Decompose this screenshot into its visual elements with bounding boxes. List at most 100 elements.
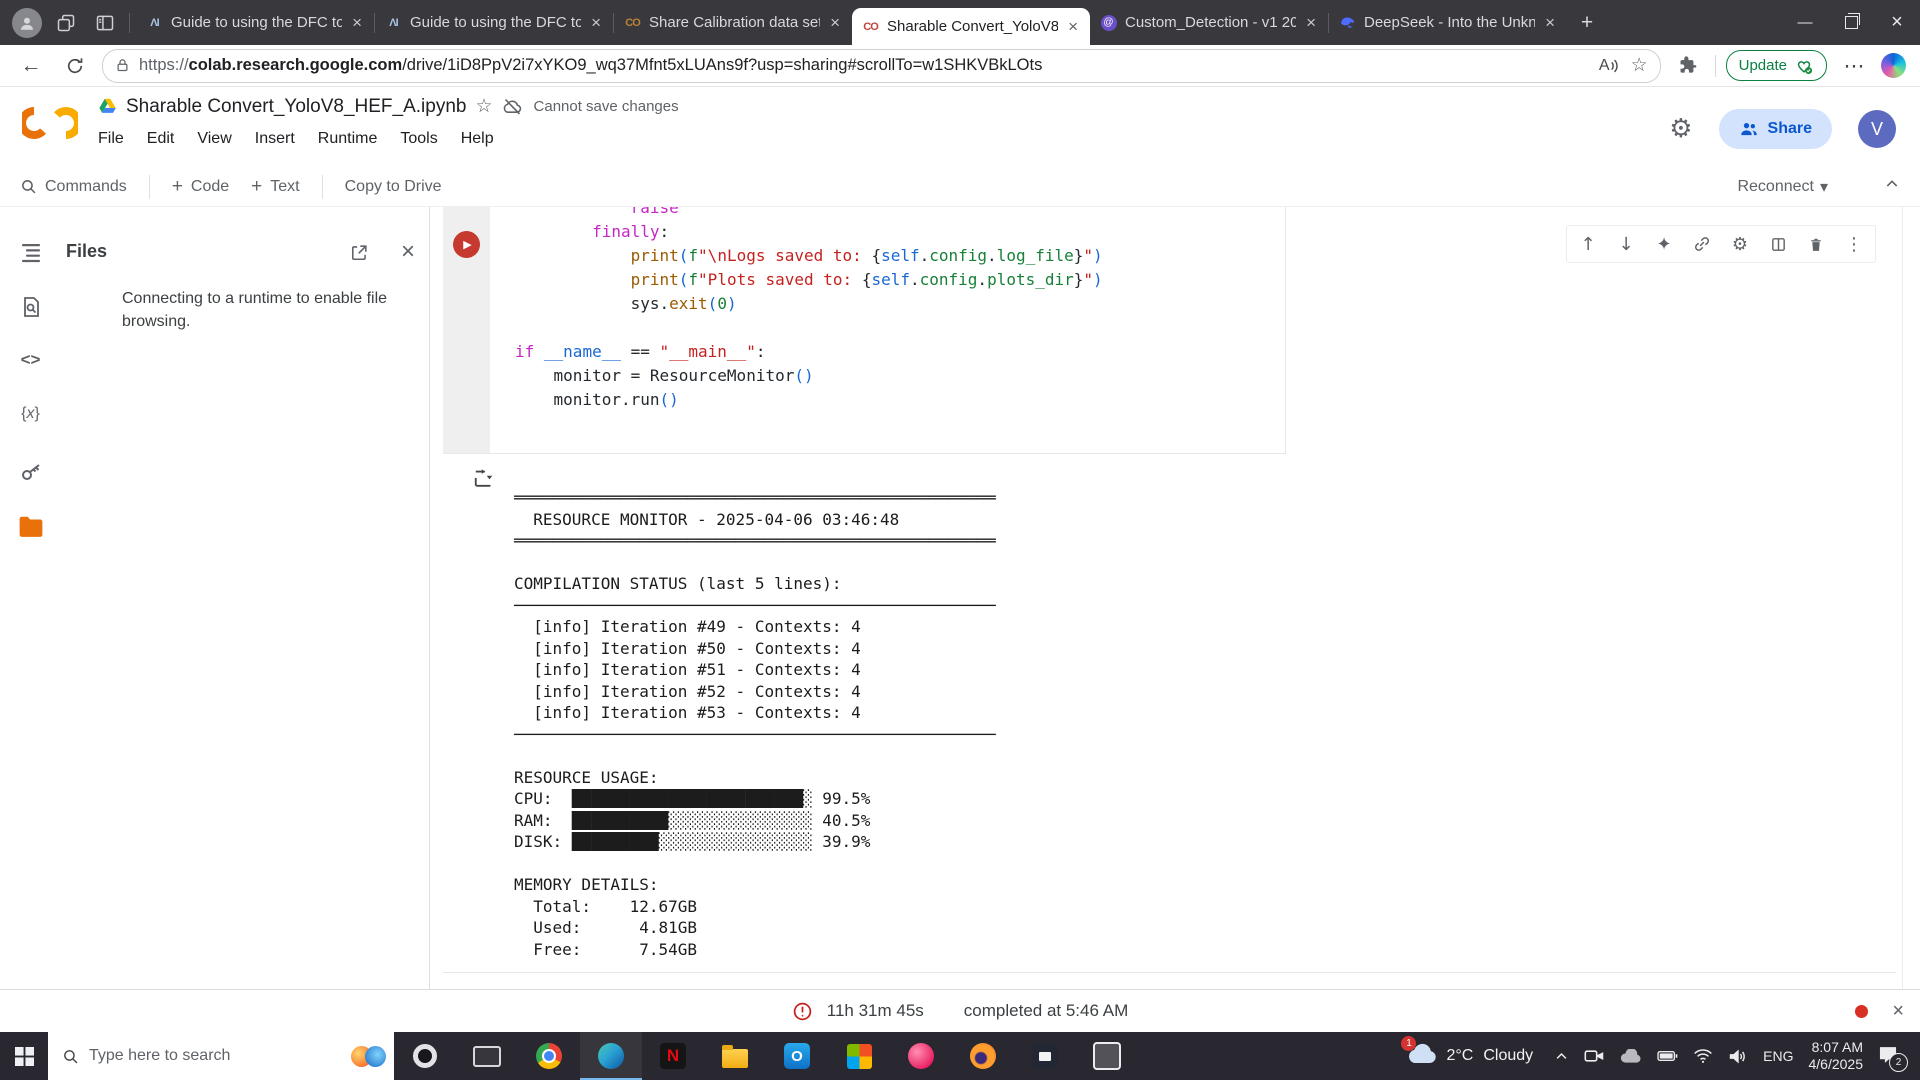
- variables-icon[interactable]: {x}: [0, 405, 61, 423]
- table-of-contents-icon[interactable]: [0, 240, 61, 264]
- colab-logo[interactable]: [22, 105, 78, 146]
- language-indicator[interactable]: ENG: [1763, 1048, 1793, 1064]
- output-line: ════════════════════════════════════════…: [514, 530, 996, 552]
- taskbar-app-pink[interactable]: [890, 1032, 952, 1080]
- menu-help[interactable]: Help: [461, 130, 494, 148]
- tab-close-icon[interactable]: ×: [828, 14, 842, 31]
- output-line: ────────────────────────────────────────…: [514, 724, 996, 746]
- taskbar-app-explorer[interactable]: [704, 1032, 766, 1080]
- taskbar-app-firefox[interactable]: [952, 1032, 1014, 1080]
- reconnect-button[interactable]: Reconnect ▾: [1737, 177, 1828, 196]
- browser-tab[interactable]: ΛIGuide to using the DFC to×: [136, 0, 374, 45]
- code-editor[interactable]: ▶ raise finally: print(f"\nLogs saved to…: [443, 207, 1286, 454]
- taskbar-app-opera[interactable]: [394, 1032, 456, 1080]
- delete-cell-icon[interactable]: [1797, 228, 1835, 260]
- star-notebook-icon[interactable]: ☆: [475, 95, 492, 118]
- search-highlights-icon[interactable]: [351, 1046, 386, 1067]
- share-button[interactable]: Share: [1719, 109, 1832, 149]
- close-button[interactable]: ×: [1874, 0, 1920, 45]
- onedrive-icon[interactable]: [1620, 1049, 1642, 1064]
- taskbar-app-netflix[interactable]: [642, 1032, 704, 1080]
- mirror-cell-icon[interactable]: [1759, 228, 1797, 260]
- add-text-button[interactable]: +Text: [251, 176, 299, 198]
- more-options-icon[interactable]: ⋯: [1837, 49, 1871, 83]
- minimize-button[interactable]: —: [1782, 0, 1828, 45]
- tab-close-icon[interactable]: ×: [589, 14, 603, 31]
- commands-button[interactable]: Commands: [20, 178, 127, 196]
- clock-date: 4/6/2025: [1809, 1056, 1864, 1073]
- restore-button[interactable]: [1828, 0, 1874, 45]
- close-panel-icon[interactable]: ×: [401, 238, 415, 266]
- taskbar-clock[interactable]: 8:07 AM 4/6/2025: [1809, 1039, 1864, 1073]
- cell-settings-icon[interactable]: ⚙: [1721, 228, 1759, 260]
- copy-link-icon[interactable]: [1683, 228, 1721, 260]
- browser-tab[interactable]: DeepSeek - Into the Unkn×: [1329, 0, 1567, 45]
- browser-tab[interactable]: @Custom_Detection - v1 20×: [1090, 0, 1328, 45]
- settings-gear-icon[interactable]: ⚙: [1669, 114, 1692, 144]
- taskbar-app-chrome[interactable]: [518, 1032, 580, 1080]
- open-files-new-tab-icon[interactable]: [350, 243, 369, 267]
- save-status[interactable]: Cannot save changes: [534, 98, 679, 115]
- taskbar-app-darkapp[interactable]: [1014, 1032, 1076, 1080]
- menu-tools[interactable]: Tools: [400, 130, 437, 148]
- volume-icon[interactable]: [1728, 1048, 1748, 1065]
- browser-tab[interactable]: COSharable Convert_YoloV8_×: [852, 8, 1090, 45]
- taskbar-app-whiteapp[interactable]: [1076, 1032, 1138, 1080]
- tab-close-icon[interactable]: ×: [1543, 14, 1557, 31]
- tab-close-icon[interactable]: ×: [1066, 18, 1080, 35]
- add-code-button[interactable]: +Code: [172, 176, 229, 198]
- tray-chevron-up-icon[interactable]: [1554, 1049, 1569, 1064]
- notebook-title[interactable]: Sharable Convert_YoloV8_HEF_A.ipynb: [126, 96, 466, 118]
- menu-runtime[interactable]: Runtime: [318, 130, 378, 148]
- find-replace-icon[interactable]: [0, 295, 61, 319]
- menu-file[interactable]: File: [98, 130, 124, 148]
- move-cell-down-icon[interactable]: ↓: [1607, 228, 1645, 260]
- taskbar-weather[interactable]: 1 2°CCloudy: [1407, 1043, 1533, 1069]
- tab-close-icon[interactable]: ×: [1304, 14, 1318, 31]
- taskbar-app-grid[interactable]: [828, 1032, 890, 1080]
- menu-insert[interactable]: Insert: [255, 130, 295, 148]
- tab-title: Share Calibration data set: [649, 14, 820, 31]
- execution-status-bar: 11h 31m 45s completed at 5:46 AM ×: [0, 989, 1920, 1032]
- taskbar-app-edge[interactable]: [580, 1032, 642, 1080]
- taskbar-search-box[interactable]: Type here to search: [48, 1032, 394, 1080]
- taskbar-app-widget[interactable]: [456, 1032, 518, 1080]
- back-icon[interactable]: ←: [14, 49, 48, 83]
- browser-profile-avatar[interactable]: [12, 8, 42, 38]
- favorite-star-icon[interactable]: ☆: [1631, 54, 1648, 77]
- workspaces-icon[interactable]: [51, 8, 81, 38]
- run-cell-button[interactable]: ▶: [453, 231, 480, 258]
- read-aloud-icon[interactable]: A: [1599, 57, 1619, 75]
- vertical-tabs-icon[interactable]: [90, 8, 120, 38]
- files-folder-icon[interactable]: [0, 516, 61, 538]
- browser-update-button[interactable]: Update: [1726, 50, 1827, 81]
- menu-view[interactable]: View: [197, 130, 231, 148]
- notebook-scrollbar[interactable]: [1902, 207, 1903, 989]
- copy-to-drive-button[interactable]: Copy to Drive: [345, 178, 442, 196]
- refresh-icon[interactable]: [58, 49, 92, 83]
- more-options-icon[interactable]: ⋮: [1835, 228, 1873, 260]
- action-center-icon[interactable]: 2: [1878, 1045, 1898, 1068]
- browser-tab[interactable]: COShare Calibration data set×: [614, 0, 852, 45]
- move-cell-up-icon[interactable]: ↑: [1569, 228, 1607, 260]
- address-bar[interactable]: https://colab.research.google.com/drive/…: [102, 49, 1661, 83]
- wifi-icon[interactable]: [1693, 1048, 1713, 1064]
- user-avatar[interactable]: V: [1858, 110, 1896, 148]
- browser-tab[interactable]: ΛIGuide to using the DFC to×: [375, 0, 613, 45]
- code-snippets-icon[interactable]: <>: [0, 350, 61, 370]
- tab-close-icon[interactable]: ×: [350, 14, 364, 31]
- secrets-key-icon[interactable]: [0, 461, 61, 485]
- taskbar-app-outlook[interactable]: [766, 1032, 828, 1080]
- collapse-sections-icon[interactable]: [1884, 176, 1900, 197]
- battery-icon[interactable]: [1657, 1050, 1678, 1062]
- menu-edit[interactable]: Edit: [147, 130, 175, 148]
- extensions-puzzle-icon[interactable]: [1671, 49, 1705, 83]
- start-button[interactable]: [0, 1032, 48, 1080]
- meet-now-icon[interactable]: [1584, 1048, 1605, 1064]
- cell-output-icon[interactable]: [473, 467, 495, 494]
- new-tab-button[interactable]: +: [1571, 7, 1603, 39]
- output-line: [514, 552, 996, 574]
- close-execution-bar-icon[interactable]: ×: [1892, 1000, 1904, 1023]
- gemini-spark-icon[interactable]: ✦: [1645, 228, 1683, 260]
- copilot-icon[interactable]: [1881, 53, 1906, 78]
